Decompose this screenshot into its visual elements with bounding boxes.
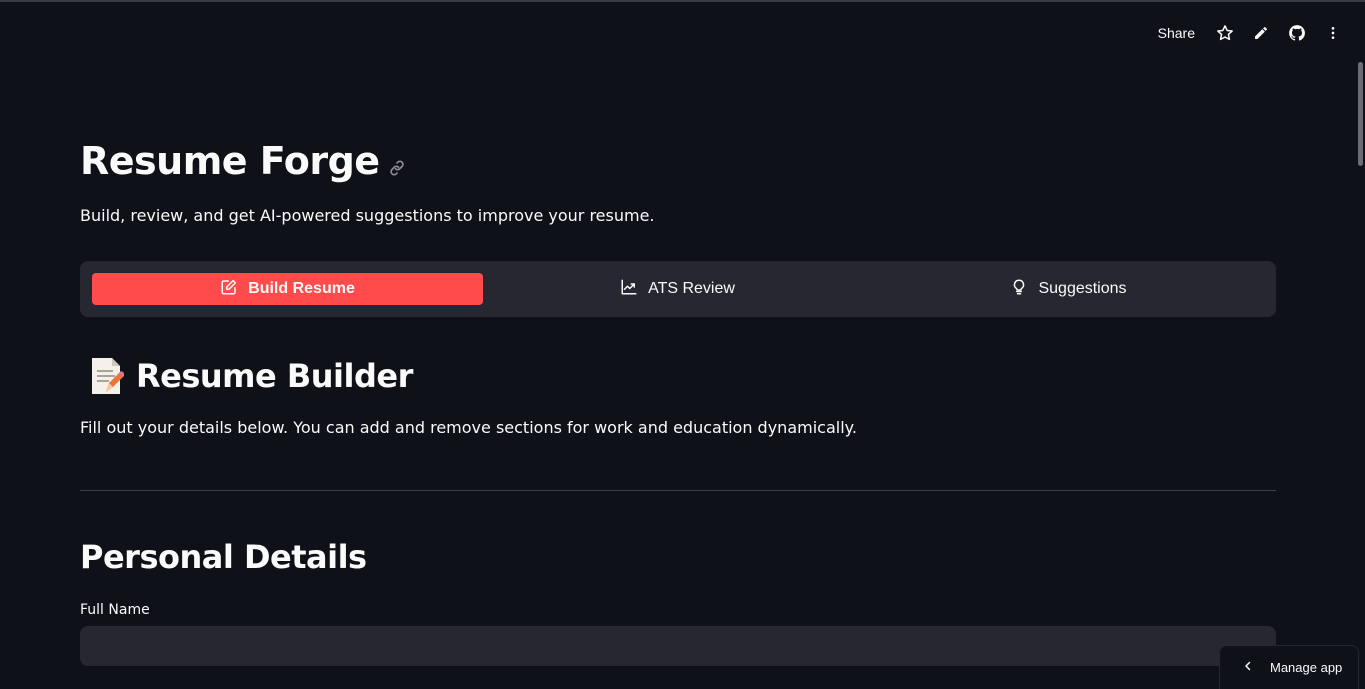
page-subtitle: Build, review, and get AI-powered sugges… (80, 206, 655, 225)
memo-icon (92, 358, 124, 394)
trending-up-icon (620, 278, 638, 301)
lightbulb-icon (1010, 278, 1028, 301)
share-button[interactable]: Share (1158, 25, 1195, 41)
tab-label: ATS Review (648, 280, 735, 297)
tab-label: Suggestions (1038, 280, 1127, 297)
top-border (0, 0, 1365, 2)
manage-app-label: Manage app (1270, 660, 1343, 675)
page-title: Resume Forge (80, 136, 406, 186)
resume-builder-heading-text: Resume Builder (136, 357, 413, 395)
pencil-icon[interactable] (1251, 23, 1271, 43)
resume-builder-heading: Resume Builder (88, 356, 413, 396)
tab-label: Build Resume (248, 280, 355, 297)
page-title-text: Resume Forge (80, 139, 380, 183)
manage-app-button[interactable]: Manage app (1219, 645, 1359, 689)
full-name-input[interactable] (80, 626, 1276, 666)
chevron-left-icon (1242, 660, 1254, 675)
app-toolbar: Share (1158, 20, 1343, 46)
tab-build-resume[interactable]: Build Resume (92, 273, 483, 305)
full-name-label: Full Name (80, 602, 150, 618)
tab-suggestions[interactable]: Suggestions (873, 273, 1264, 305)
tab-bar: Build Resume ATS Review Suggestions (80, 261, 1276, 317)
scrollbar-thumb[interactable] (1358, 62, 1363, 166)
github-icon[interactable] (1287, 23, 1307, 43)
edit-note-icon (220, 278, 238, 301)
star-icon[interactable] (1215, 23, 1235, 43)
personal-details-heading: Personal Details (80, 538, 367, 576)
section-divider (80, 490, 1276, 491)
more-vert-icon[interactable] (1323, 23, 1343, 43)
builder-description: Fill out your details below. You can add… (80, 418, 857, 437)
tab-ats-review[interactable]: ATS Review (482, 273, 873, 305)
link-icon[interactable] (388, 142, 406, 186)
